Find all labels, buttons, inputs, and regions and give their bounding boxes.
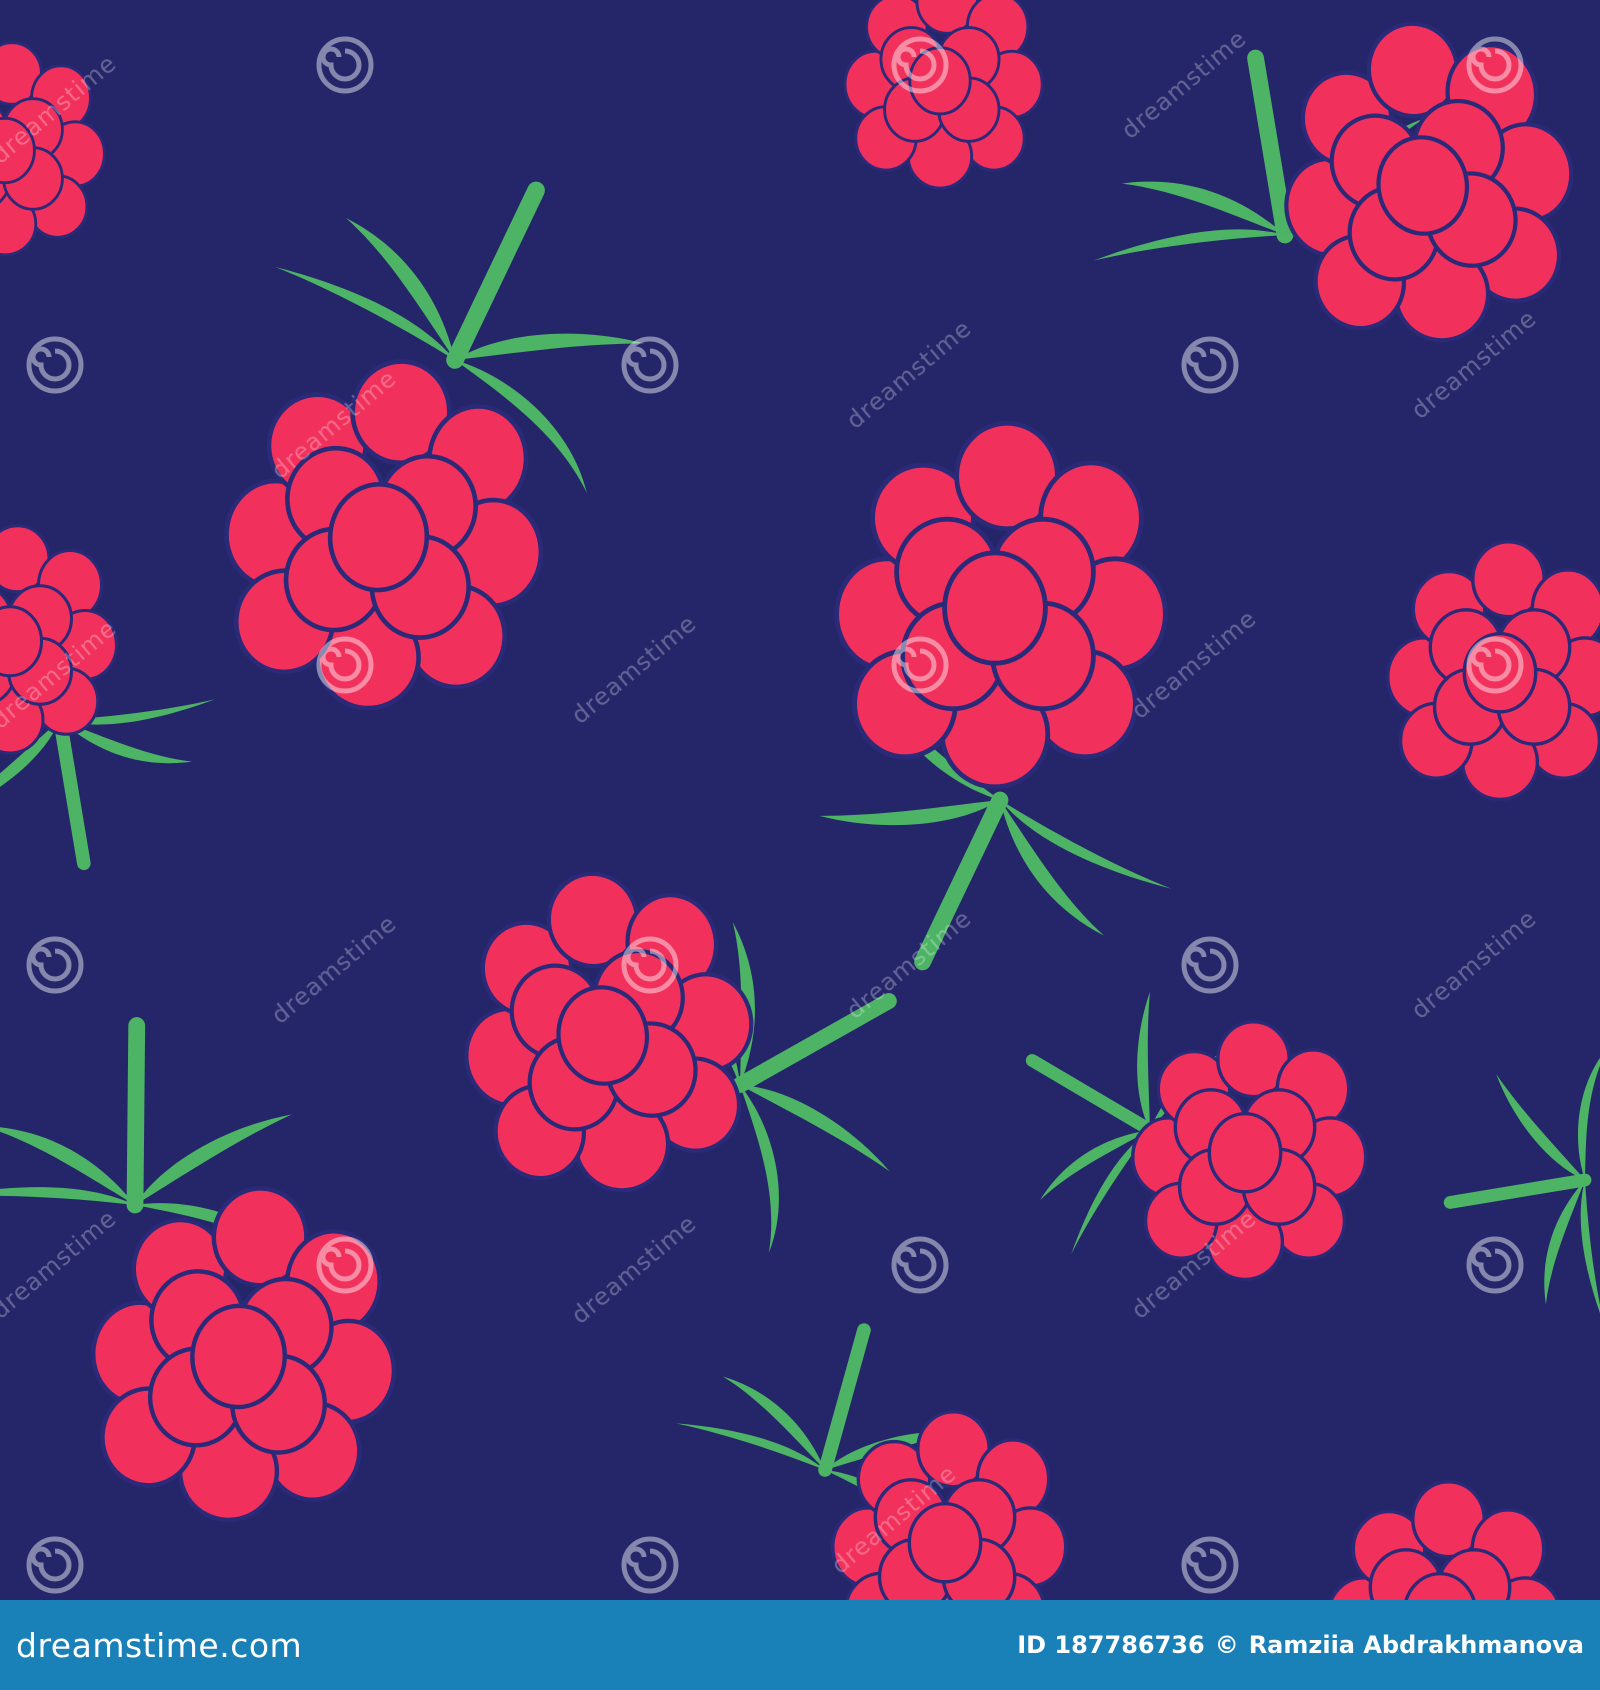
raspberry-top-center — [843, 0, 1044, 190]
pattern-artwork: dreamstime dreamstime dreamstime dreamst… — [0, 0, 1600, 1600]
leaf-right-edge — [1406, 1018, 1600, 1362]
raspberry-right-edge — [1386, 540, 1600, 802]
stock-footer-bar: dreamstime .com ID 187786736 © Ramziia Ab… — [0, 1600, 1600, 1690]
stock-image-page: dreamstime dreamstime dreamstime dreamst… — [0, 0, 1600, 1690]
dreamstime-brand[interactable]: dreamstime .com — [16, 1626, 302, 1665]
raspberry-left-edge — [0, 524, 253, 910]
brand-suffix-text: .com — [219, 1625, 303, 1665]
watermark-text: dreamstime — [566, 1209, 702, 1330]
watermark-text: dreamstime — [0, 1204, 122, 1325]
raspberry-pattern-image: dreamstime dreamstime dreamstime dreamst… — [0, 0, 1600, 1600]
watermark-text: dreamstime — [266, 909, 402, 1030]
raspberry-top-right — [1046, 0, 1596, 424]
image-id-text: ID 187786736 — [1017, 1631, 1205, 1659]
raspberry-lower-center — [438, 850, 973, 1278]
raspberry-upper-left — [212, 168, 656, 722]
copyright-icon: © — [1214, 1631, 1239, 1659]
brand-prefix-text: dreamstime — [16, 1625, 220, 1665]
watermark-text: dreamstime — [841, 314, 977, 435]
watermark-text: dreamstime — [1406, 904, 1542, 1025]
watermark-text: dreamstime — [566, 609, 702, 730]
watermark-text: dreamstime — [841, 904, 977, 1025]
raspberry-bottom-right-partial — [1326, 1480, 1563, 1600]
raspberry-lower-right — [1000, 974, 1368, 1280]
author-name-text: Ramziia Abdrakhmanova — [1248, 1631, 1584, 1659]
watermark-text: dreamstime — [1116, 24, 1252, 145]
image-credit: ID 187786736 © Ramziia Abdrakhmanova — [1017, 1631, 1584, 1659]
